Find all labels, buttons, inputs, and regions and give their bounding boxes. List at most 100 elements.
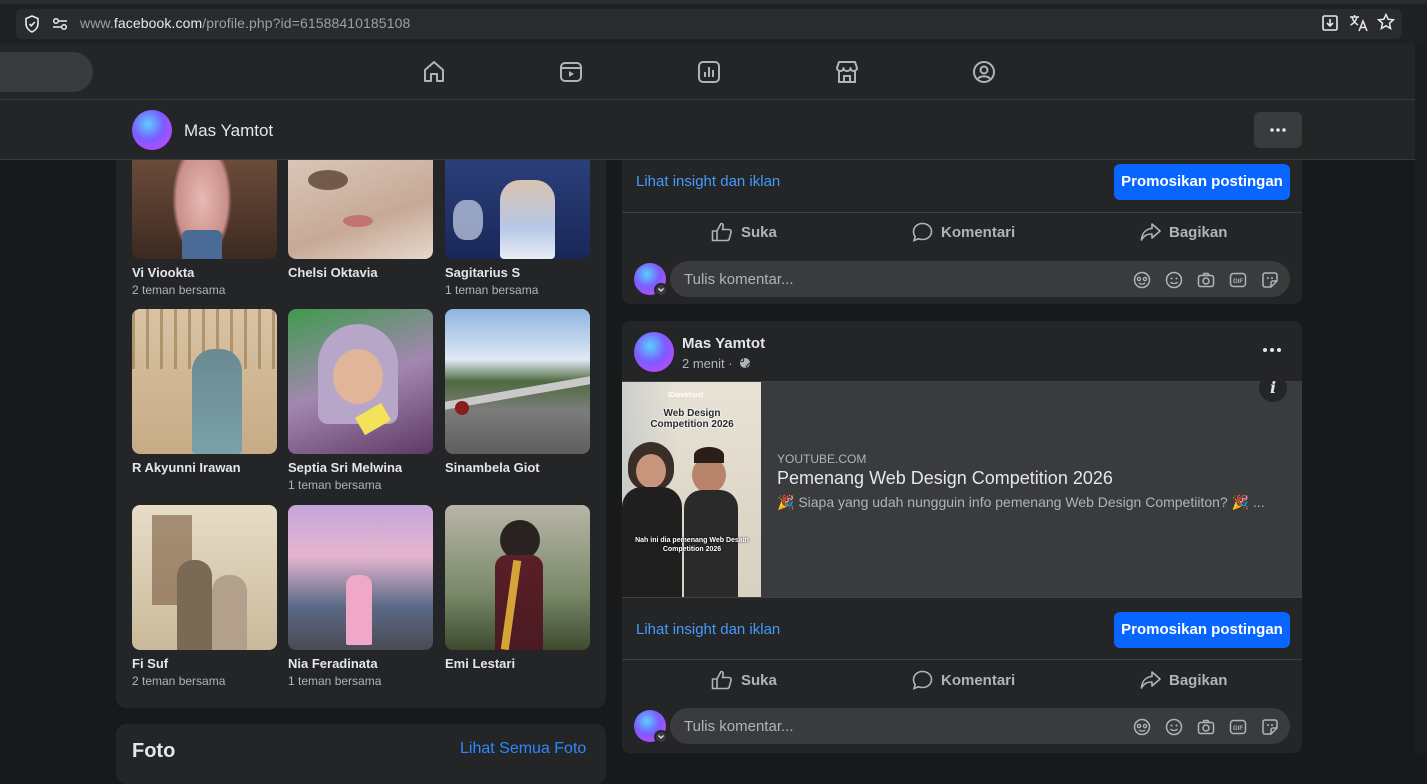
promote-post-button[interactable]: Promosikan postingan [1114, 612, 1290, 648]
friend-photo[interactable] [132, 309, 277, 454]
comment-button[interactable]: Komentari [912, 670, 1015, 690]
friend-mutual: 1 teman bersama [445, 283, 539, 297]
emoji-icon[interactable] [1165, 718, 1183, 736]
insight-link[interactable]: Lihat insight dan iklan [636, 621, 780, 638]
share-label: Bagikan [1169, 223, 1228, 241]
insights-icon[interactable] [696, 59, 722, 85]
post-time-text: 2 menit · [682, 356, 733, 371]
thumb-caption: Nah ini dia pemenang Web Desain Competit… [635, 537, 749, 553]
share-arrow-icon [1140, 671, 1161, 689]
chevron-down-icon [658, 735, 664, 739]
share-arrow-icon [1140, 223, 1161, 241]
site-settings-icon[interactable] [52, 17, 68, 31]
avatar-switch-badge[interactable] [654, 283, 668, 297]
post-author[interactable]: Mas Yamtot [682, 335, 765, 352]
friend-photo[interactable] [445, 309, 590, 454]
insight-link[interactable]: Lihat insight dan iklan [636, 173, 780, 190]
share-button[interactable]: Bagikan [1140, 222, 1227, 242]
download-icon[interactable] [1321, 14, 1339, 32]
avatar[interactable] [132, 110, 172, 150]
friend-name[interactable]: Nia Feradinata [288, 656, 378, 671]
video-icon[interactable] [558, 59, 584, 85]
profile-name[interactable]: Mas Yamtot [184, 121, 273, 141]
thumbs-up-icon [711, 222, 732, 242]
svg-text:GIF: GIF [1233, 726, 1243, 732]
comment-button[interactable]: Komentari [912, 222, 1015, 242]
friend-photo[interactable] [445, 505, 590, 650]
info-icon[interactable]: i [1259, 374, 1287, 402]
friend-photo[interactable] [288, 160, 433, 259]
link-thumbnail[interactable]: IDwebhost Web Design Competition 2026 Na… [622, 382, 761, 597]
marketplace-icon[interactable] [834, 59, 860, 85]
photos-title: Foto [132, 740, 176, 762]
url-path: /profile.php?id=61588410185108 [202, 15, 411, 31]
url-domain: facebook.com [113, 15, 203, 31]
friend-photo[interactable] [132, 160, 277, 259]
like-button[interactable]: Suka [711, 222, 777, 242]
comment-placeholder: Tulis komentar... [684, 271, 794, 288]
divider [622, 659, 1302, 660]
more-options-button[interactable] [1254, 112, 1302, 148]
friend-photo[interactable] [445, 160, 590, 259]
scrollbar[interactable] [1415, 44, 1427, 753]
home-icon[interactable] [421, 59, 447, 85]
friend-mutual: 1 teman bersama [288, 478, 382, 492]
friend-name[interactable]: Sinambela Giot [445, 460, 540, 475]
author-avatar[interactable] [634, 332, 674, 372]
gif-icon[interactable]: GIF [1229, 718, 1247, 736]
svg-text:GIF: GIF [1233, 279, 1243, 285]
emoji-icon[interactable] [1165, 271, 1183, 289]
like-label: Suka [741, 671, 777, 689]
avatar-switch-badge[interactable] [654, 730, 668, 744]
sticker-icon[interactable] [1261, 718, 1279, 736]
link-description: 🎉 Siapa yang udah nungguin info pemenang… [777, 494, 1265, 510]
camera-icon[interactable] [1197, 271, 1215, 289]
bookmark-star-icon[interactable] [1377, 13, 1395, 31]
promote-post-button[interactable]: Promosikan postingan [1114, 164, 1290, 200]
divider [622, 212, 1302, 213]
url-prefix: www. [80, 15, 114, 31]
post-more-icon[interactable] [1258, 340, 1286, 360]
shield-icon[interactable] [24, 15, 40, 33]
friend-photo[interactable] [132, 505, 277, 650]
friend-name[interactable]: Vi Viookta [132, 265, 194, 280]
chevron-down-icon [658, 288, 664, 292]
friend-name[interactable]: Sagitarius S [445, 265, 520, 280]
friend-mutual: 2 teman bersama [132, 674, 226, 688]
comment-bubble-icon [912, 222, 933, 242]
gif-icon[interactable]: GIF [1229, 271, 1247, 289]
translate-icon[interactable] [1349, 14, 1369, 32]
friend-name[interactable]: R Akyunni Irawan [132, 460, 241, 475]
comment-label: Komentari [941, 223, 1016, 241]
search-input[interactable] [0, 52, 93, 92]
friend-photo[interactable] [288, 505, 433, 650]
camera-icon[interactable] [1197, 718, 1215, 736]
post-timestamp[interactable]: 2 menit · [682, 356, 751, 371]
url-text[interactable]: www.facebook.com/profile.php?id=61588410… [80, 15, 410, 31]
friend-mutual: 2 teman bersama [132, 283, 226, 297]
tab-strip-edge [0, 0, 1427, 4]
globe-icon [740, 358, 751, 368]
friend-name[interactable]: Chelsi Oktavia [288, 265, 378, 280]
friend-photo[interactable] [288, 309, 433, 454]
avatar-sticker-icon[interactable] [1133, 718, 1151, 736]
link-source: YOUTUBE.COM [777, 452, 867, 466]
friend-name[interactable]: Emi Lestari [445, 656, 515, 671]
sticker-icon[interactable] [1261, 271, 1279, 289]
share-button[interactable]: Bagikan [1140, 670, 1227, 690]
thumbs-up-icon [711, 670, 732, 690]
avatar-sticker-icon[interactable] [1133, 271, 1151, 289]
friend-name[interactable]: Fi Suf [132, 656, 168, 671]
link-title[interactable]: Pemenang Web Design Competition 2026 [777, 468, 1113, 489]
see-all-photos-link[interactable]: Lihat Semua Foto [460, 740, 586, 758]
friend-name[interactable]: Septia Sri Melwina [288, 460, 402, 475]
like-button[interactable]: Suka [711, 670, 777, 690]
thumb-brand: IDwebhost [668, 392, 704, 399]
comment-label: Komentari [941, 671, 1016, 689]
friend-mutual: 1 teman bersama [288, 674, 382, 688]
comment-bubble-icon [912, 670, 933, 690]
thumb-headline: Web Design Competition 2026 [650, 408, 734, 430]
share-label: Bagikan [1169, 671, 1228, 689]
profile-icon[interactable] [971, 59, 997, 85]
more-dots-icon [1270, 128, 1286, 132]
